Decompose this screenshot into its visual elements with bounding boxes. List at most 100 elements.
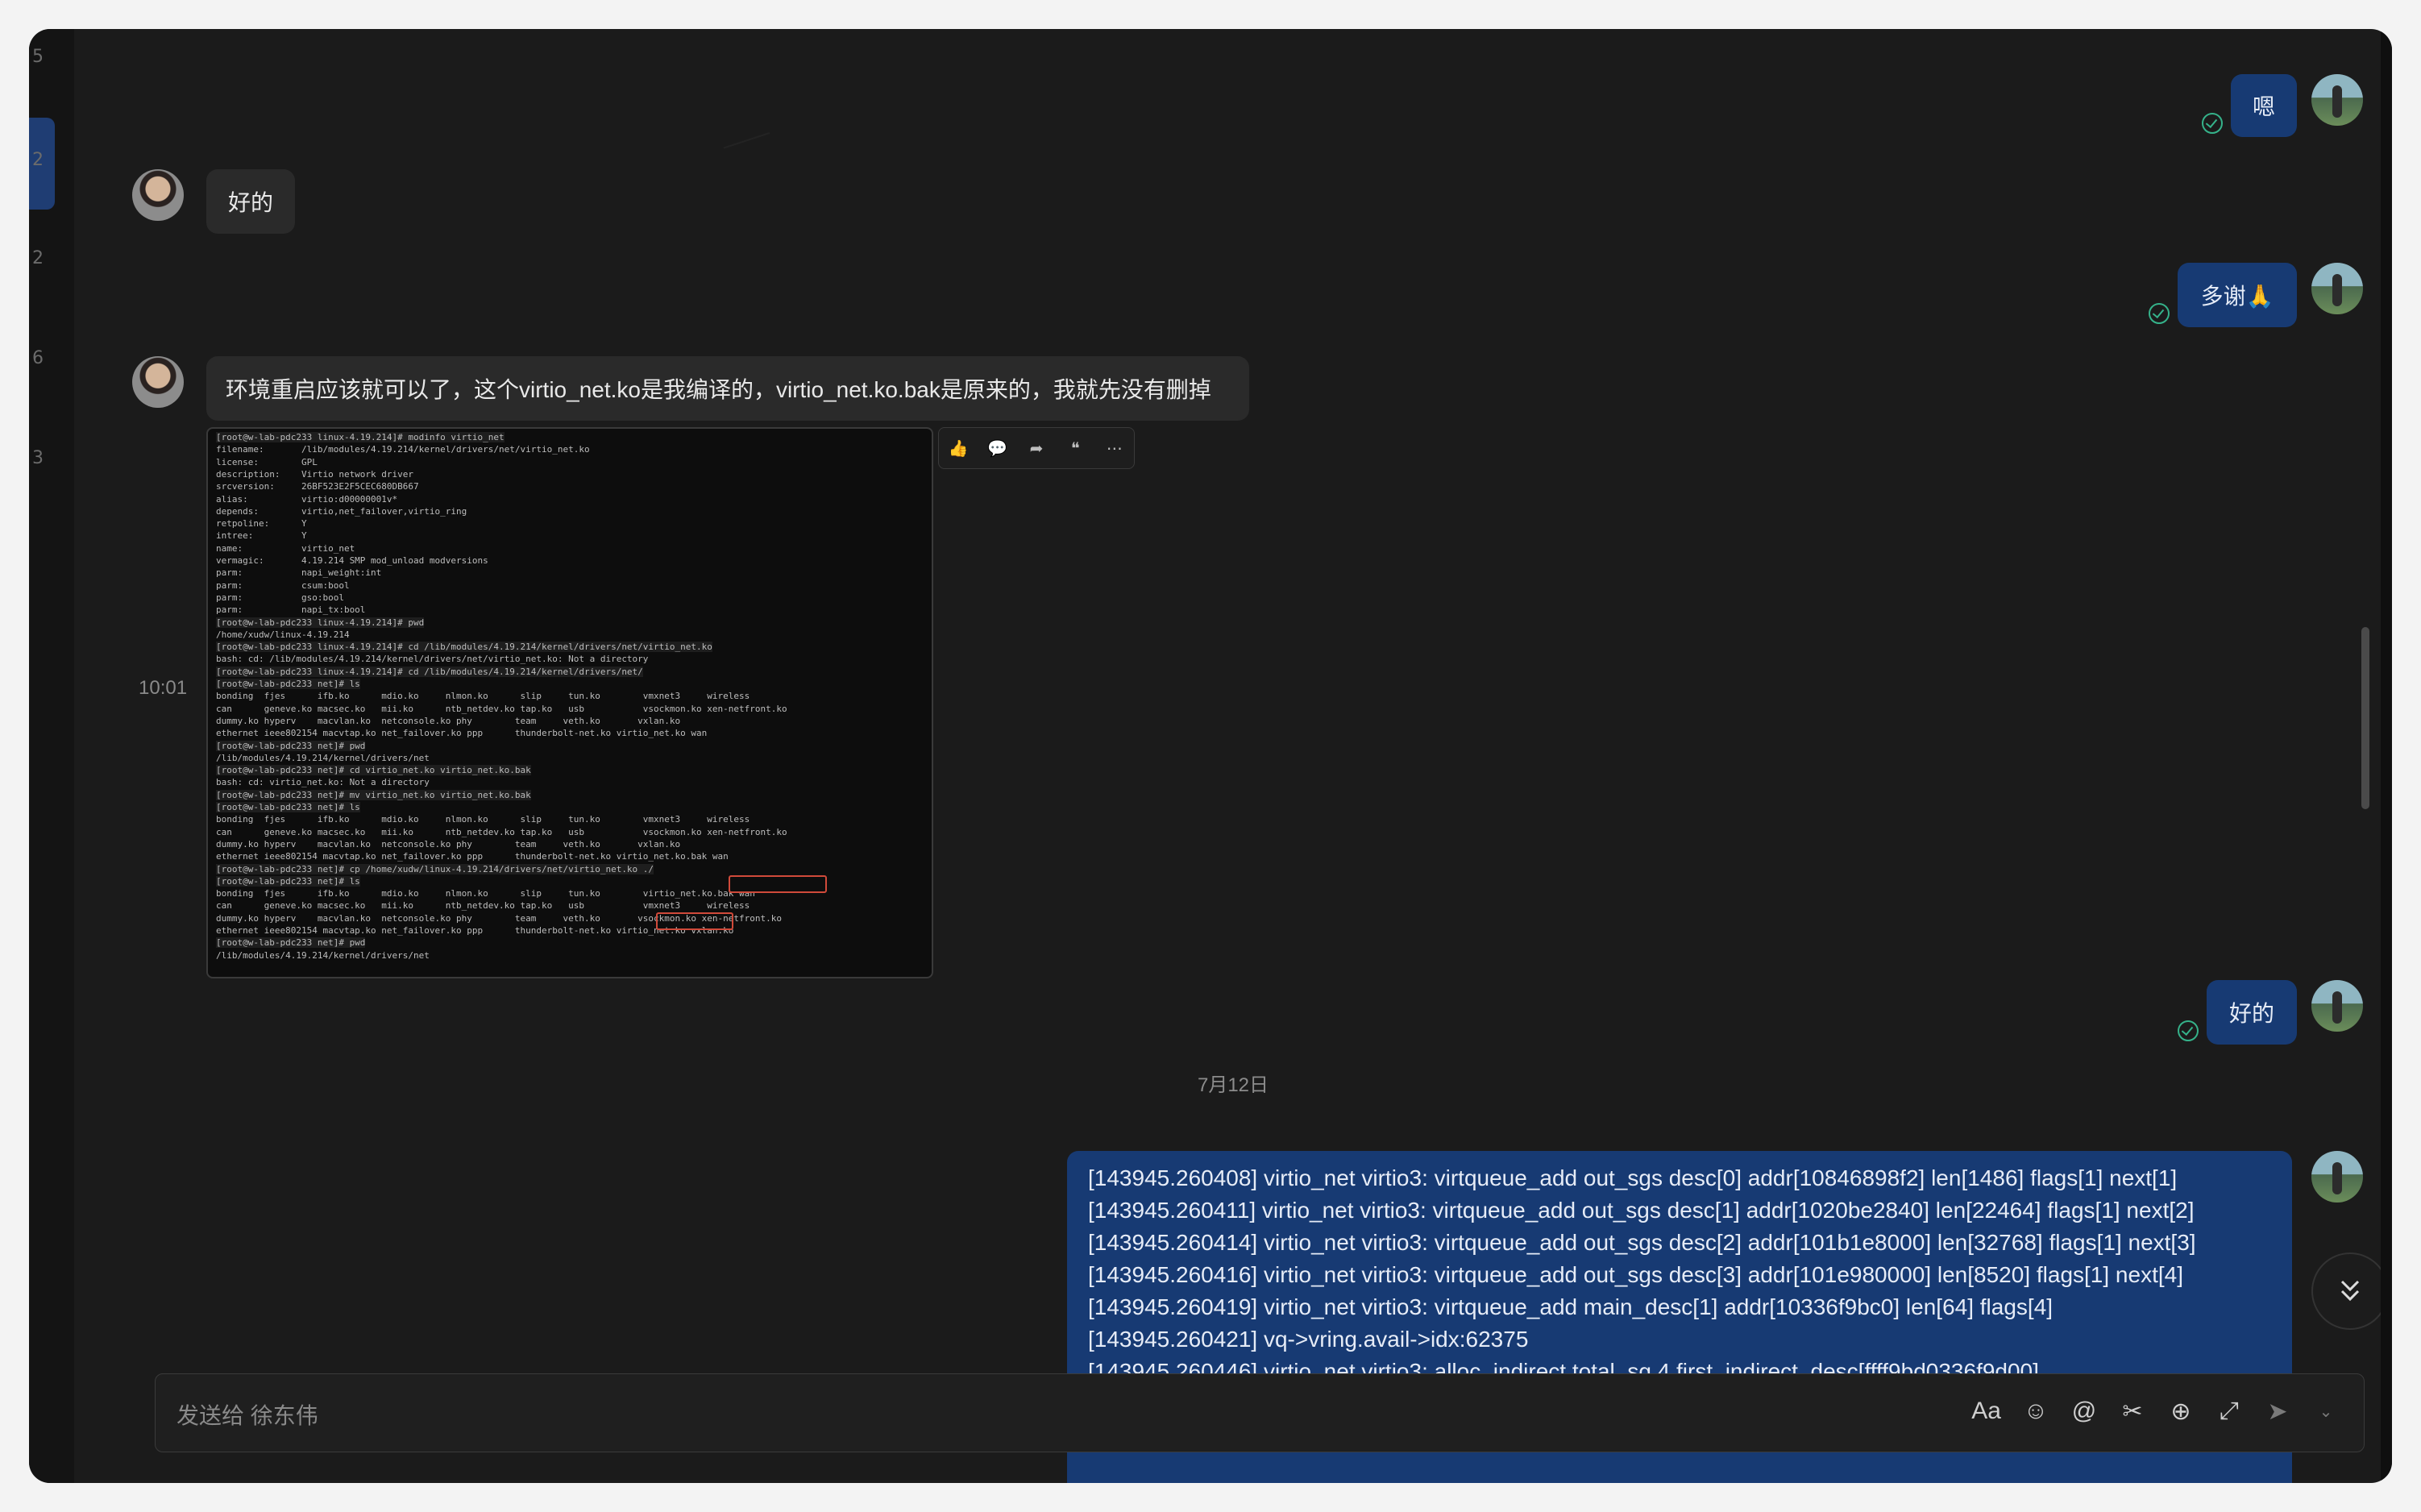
terminal-line: /home/xudw/linux-4.19.214 bbox=[216, 629, 350, 640]
terminal-line: bonding fjes ifb.ko mdio.ko nlmon.ko sli… bbox=[216, 888, 755, 899]
log-line: [143945.260416] virtio_net virtio3: virt… bbox=[1088, 1262, 2183, 1287]
terminal-screenshot-image[interactable]: [root@w-lab-pdc233 linux-4.19.214]# modi… bbox=[206, 427, 933, 978]
send-icon[interactable]: ➤ bbox=[2264, 1395, 2291, 1427]
read-check-icon bbox=[2178, 1020, 2199, 1041]
my-avatar[interactable] bbox=[2311, 263, 2363, 314]
forward-icon[interactable]: ➦ bbox=[1024, 435, 1049, 461]
emoji-icon[interactable]: ☺ bbox=[2022, 1395, 2049, 1427]
highlight-box bbox=[656, 912, 733, 930]
terminal-line: dummy.ko hyperv macvlan.ko netconsole.ko… bbox=[216, 838, 681, 849]
rail-tick: 5 bbox=[32, 47, 44, 67]
message-time: 10:01 bbox=[139, 677, 188, 699]
log-line: [143945.260408] virtio_net virtio3: virt… bbox=[1088, 1165, 2178, 1190]
terminal-line: intree: Y bbox=[216, 530, 307, 542]
rail-tick: 2 bbox=[32, 150, 44, 170]
outgoing-message[interactable]: 多谢🙏 bbox=[2178, 263, 2297, 327]
terminal-line: name: virtio_net bbox=[216, 542, 355, 554]
terminal-line: vermagic: 4.19.214 SMP mod_unload modver… bbox=[216, 555, 488, 566]
composer-placeholder[interactable]: 发送给 徐东伟 bbox=[176, 1398, 318, 1431]
terminal-line: [root@w-lab-pdc233 net]# ls bbox=[216, 802, 360, 812]
terminal-line: [root@w-lab-pdc233 net]# ls bbox=[216, 875, 360, 887]
log-line: [143945.260411] virtio_net virtio3: virt… bbox=[1088, 1198, 2195, 1223]
rail-tick: 2 bbox=[32, 248, 44, 268]
contact-avatar[interactable] bbox=[132, 356, 184, 408]
terminal-line: can geneve.ko macsec.ko mii.ko ntb_netde… bbox=[216, 826, 787, 837]
message-list[interactable]: 嗯 好的 多谢🙏 环境重启应该就可以了，这个virtio_net.ko是我编译的… bbox=[74, 29, 2392, 1483]
terminal-line: [root@w-lab-pdc233 net]# mv virtio_net.k… bbox=[216, 789, 531, 800]
terminal-line: ethernet ieee802154 macvtap.ko net_failo… bbox=[216, 728, 708, 739]
terminal-line: srcversion: 26BF523E2F5CEC680DB667 bbox=[216, 481, 419, 492]
terminal-line: /lib/modules/4.19.214/kernel/drivers/net bbox=[216, 949, 430, 961]
date-separator: 7月12日 bbox=[1197, 1074, 1269, 1096]
terminal-line: parm: napi_tx:bool bbox=[216, 604, 366, 616]
terminal-line: [root@w-lab-pdc233 linux-4.19.214]# modi… bbox=[216, 432, 505, 442]
chevron-down-icon[interactable]: ⌄ bbox=[2312, 1395, 2340, 1427]
log-line: [143945.260414] virtio_net virtio3: virt… bbox=[1088, 1230, 2196, 1255]
terminal-line: bash: cd: /lib/modules/4.19.214/kernel/d… bbox=[216, 654, 649, 665]
log-line: [143945.260421] vq->vring.avail->idx:623… bbox=[1088, 1327, 1529, 1352]
terminal-line: [root@w-lab-pdc233 linux-4.19.214]# cd /… bbox=[216, 642, 712, 653]
mention-icon[interactable]: @ bbox=[2070, 1395, 2098, 1427]
outgoing-message[interactable]: 好的 bbox=[2207, 980, 2297, 1045]
message-composer[interactable]: 发送给 徐东伟 Aa ☺ @ ✂ ⊕ ⤢ ➤ ⌄ bbox=[155, 1373, 2365, 1452]
message-text: 好的 bbox=[227, 190, 273, 215]
terminal-line: dummy.ko hyperv macvlan.ko netconsole.ko… bbox=[216, 715, 681, 726]
outgoing-message[interactable]: 嗯 bbox=[2231, 74, 2297, 137]
terminal-line: filename: /lib/modules/4.19.214/kernel/d… bbox=[216, 444, 590, 455]
thumbs-up-icon[interactable]: 👍 bbox=[945, 435, 971, 461]
message-text: 嗯 bbox=[2252, 94, 2275, 119]
terminal-line: description: Virtio network driver bbox=[216, 468, 414, 480]
terminal-line: bonding fjes ifb.ko mdio.ko nlmon.ko sli… bbox=[216, 691, 750, 702]
comment-icon[interactable]: 💬 bbox=[985, 435, 1011, 461]
my-avatar[interactable] bbox=[2311, 980, 2363, 1032]
window-edge bbox=[2381, 29, 2392, 1483]
quote-icon[interactable]: ❝ bbox=[1062, 435, 1088, 461]
rail-tick: 3 bbox=[32, 448, 44, 468]
incoming-message[interactable]: 好的 bbox=[206, 169, 295, 234]
terminal-line: can geneve.ko macsec.ko mii.ko ntb_netde… bbox=[216, 900, 750, 912]
font-icon[interactable]: Aa bbox=[1971, 1395, 2001, 1427]
terminal-line: parm: csum:bool bbox=[216, 579, 350, 591]
plus-icon[interactable]: ⊕ bbox=[2167, 1395, 2195, 1427]
read-check-icon bbox=[2202, 113, 2223, 134]
incoming-message[interactable]: 环境重启应该就可以了，这个virtio_net.ko是我编译的，virtio_n… bbox=[206, 356, 1249, 421]
highlight-box bbox=[729, 875, 827, 893]
terminal-line: [root@w-lab-pdc233 net]# ls bbox=[216, 679, 360, 689]
terminal-line: [root@w-lab-pdc233 net]# cd virtio_net.k… bbox=[216, 765, 531, 776]
terminal-line: depends: virtio,net_failover,virtio_ring bbox=[216, 505, 467, 517]
my-avatar[interactable] bbox=[2311, 74, 2363, 126]
message-text: 好的 bbox=[2228, 1001, 2274, 1026]
terminal-line: /lib/modules/4.19.214/kernel/drivers/net bbox=[216, 752, 430, 763]
terminal-line: bonding fjes ifb.ko mdio.ko nlmon.ko sli… bbox=[216, 814, 750, 825]
terminal-line: [root@w-lab-pdc233 linux-4.19.214]# cd /… bbox=[216, 666, 643, 677]
chat-window: 5 2 2 6 3 嗯 好的 多谢🙏 环境重启应该就可以了，这个virtio_n… bbox=[29, 29, 2392, 1483]
terminal-line: [root@w-lab-pdc233 net]# pwd bbox=[216, 937, 366, 949]
terminal-line: alias: virtio:d00000001v* bbox=[216, 493, 398, 505]
expand-icon[interactable]: ⤢ bbox=[2215, 1395, 2243, 1427]
log-line: [143945.260419] virtio_net virtio3: virt… bbox=[1088, 1294, 2053, 1319]
terminal-line: ethernet ieee802154 macvtap.ko net_failo… bbox=[216, 851, 729, 862]
double-chevron-down-icon bbox=[2340, 1280, 2360, 1302]
composer-actions: Aa ☺ @ ✂ ⊕ ⤢ ➤ ⌄ bbox=[1971, 1395, 2340, 1427]
more-icon[interactable]: ⋯ bbox=[1102, 435, 1127, 461]
terminal-line: retpoline: Y bbox=[216, 518, 307, 530]
scroll-to-bottom-button[interactable] bbox=[2311, 1252, 2389, 1330]
terminal-line: parm: gso:bool bbox=[216, 592, 344, 603]
terminal-line: can geneve.ko macsec.ko mii.ko ntb_netde… bbox=[216, 703, 787, 714]
scissors-icon[interactable]: ✂ bbox=[2119, 1395, 2146, 1427]
terminal-line: bash: cd: virtio_net.ko: Not a directory bbox=[216, 777, 430, 788]
my-avatar[interactable] bbox=[2311, 1151, 2363, 1203]
terminal-line: license: GPL bbox=[216, 456, 318, 467]
terminal-line: parm: napi_weight:int bbox=[216, 567, 382, 579]
contact-avatar[interactable] bbox=[132, 169, 184, 221]
conversation-list-edge: 5 2 2 6 3 bbox=[29, 29, 74, 1483]
message-text: 环境重启应该就可以了，这个virtio_net.ko是我编译的，virtio_n… bbox=[226, 377, 1211, 402]
read-check-icon bbox=[2149, 303, 2170, 324]
terminal-line: [root@w-lab-pdc233 net]# cp /home/xudw/l… bbox=[216, 863, 654, 874]
terminal-line: [root@w-lab-pdc233 net]# pwd bbox=[216, 740, 366, 751]
message-text: 多谢🙏 bbox=[2200, 284, 2274, 309]
message-action-toolbar: 👍 💬 ➦ ❝ ⋯ bbox=[938, 427, 1135, 469]
terminal-line: [root@w-lab-pdc233 linux-4.19.214]# pwd bbox=[216, 617, 425, 628]
rail-tick: 6 bbox=[32, 348, 44, 368]
scrollbar-thumb[interactable] bbox=[2361, 627, 2369, 809]
